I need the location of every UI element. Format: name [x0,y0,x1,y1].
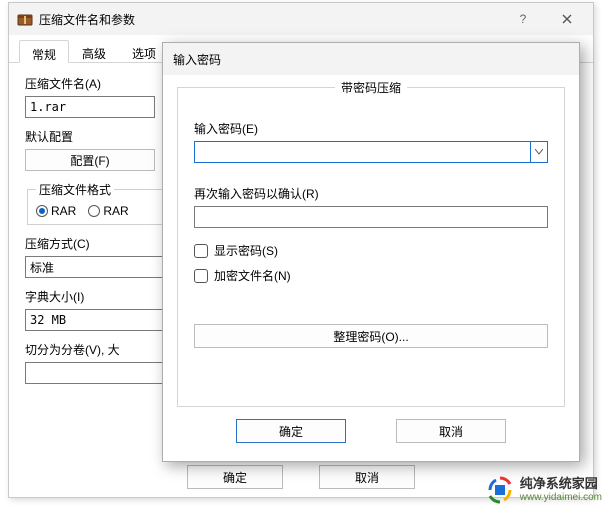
encrypt-names-checkbox[interactable]: 加密文件名(N) [194,267,548,284]
window-title: 压缩文件名和参数 [39,11,501,28]
password-frame-title: 带密码压缩 [335,79,407,96]
enter-password-combo[interactable] [194,141,548,163]
format-rar-label: RAR [51,204,76,218]
split-input[interactable] [25,362,173,384]
chevron-down-icon[interactable] [530,141,548,163]
main-cancel-button[interactable]: 取消 [319,465,415,489]
method-select[interactable] [25,256,173,278]
password-ok-button[interactable]: 确定 [236,419,346,443]
checkbox-icon [194,269,208,283]
watermark-logo-icon [486,476,514,504]
password-titlebar: 输入密码 [163,43,579,75]
checkbox-icon [194,244,208,258]
format-group-label: 压缩文件格式 [36,181,114,198]
encrypt-names-label: 加密文件名(N) [214,267,291,284]
show-password-label: 显示密码(S) [214,242,278,259]
format-radio-rar[interactable]: RAR [36,204,76,218]
format-group: 压缩文件格式 RAR RAR [27,181,167,225]
archive-name-input[interactable] [25,96,155,118]
app-icon [17,11,33,27]
radio-dot-icon [88,205,100,217]
radio-dot-icon [36,205,48,217]
enter-password-input[interactable] [194,141,530,163]
confirm-password-label: 再次输入密码以确认(R) [194,185,548,202]
password-title: 输入密码 [173,51,221,68]
titlebar: 压缩文件名和参数 ? [9,3,593,35]
watermark-url: www.yidaimei.com [520,492,602,504]
password-dialog: 输入密码 带密码压缩 输入密码(E) 再次输入密码以确认(R) 显示密码(S) … [162,42,580,462]
tab-advanced[interactable]: 高级 [69,39,119,62]
enter-password-label: 输入密码(E) [194,120,548,137]
close-button[interactable] [545,5,589,33]
watermark-name: 纯净系统家园 [520,477,602,492]
format-rar5-label: RAR [103,204,128,218]
dict-select[interactable] [25,309,173,331]
help-button[interactable]: ? [501,5,545,33]
profile-button[interactable]: 配置(F) [25,149,155,171]
password-frame: 带密码压缩 输入密码(E) 再次输入密码以确认(R) 显示密码(S) 加密文件名… [177,87,565,407]
main-ok-button[interactable]: 确定 [187,465,283,489]
watermark: 纯净系统家园 www.yidaimei.com [486,476,602,504]
show-password-checkbox[interactable]: 显示密码(S) [194,242,548,259]
confirm-password-input[interactable] [194,206,548,228]
organize-passwords-button[interactable]: 整理密码(O)... [194,324,548,348]
password-cancel-button[interactable]: 取消 [396,419,506,443]
tab-general[interactable]: 常规 [19,40,69,63]
format-radio-rar5[interactable]: RAR [88,204,128,218]
password-button-row: 确定 取消 [177,419,565,443]
